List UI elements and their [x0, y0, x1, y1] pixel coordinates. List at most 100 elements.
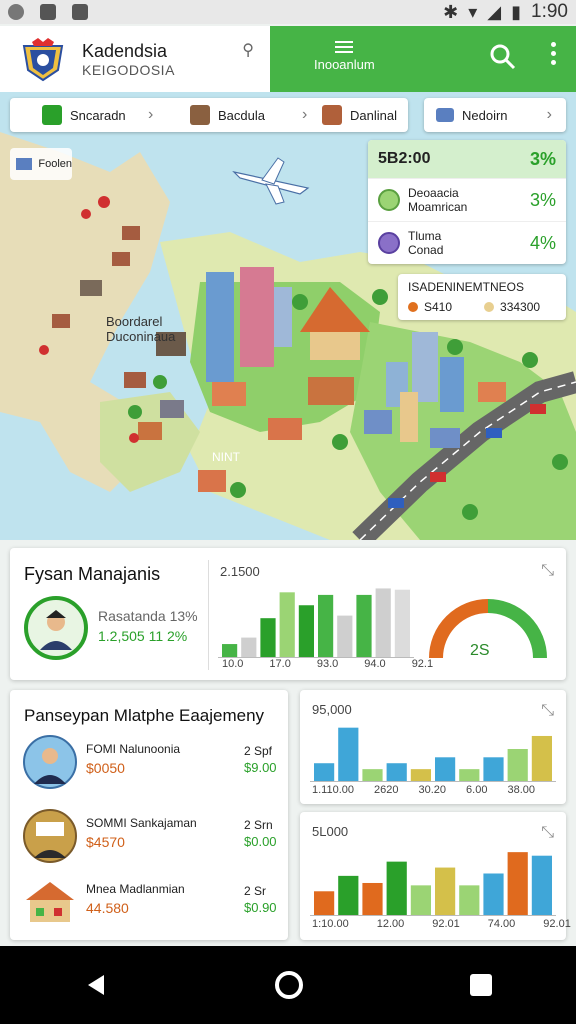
system-nav-bar [0, 946, 576, 1024]
chart-bar [362, 769, 383, 781]
tab-label: Nedoirn [462, 107, 508, 123]
tab-danlinal[interactable]: Danlinal [322, 98, 397, 132]
x-tick-label: 30.20 [418, 784, 447, 796]
chart-bar [459, 769, 480, 781]
chart-bar [314, 763, 335, 781]
region-label: Boordarel Duconinaua [106, 314, 175, 344]
chart-bar [483, 873, 504, 915]
money-icon [42, 105, 62, 125]
stats-row-line2: Conad [408, 243, 444, 257]
layer-label: Foolen [38, 158, 72, 170]
app-bar-actions: Inooanlum [270, 26, 576, 92]
recents-icon[interactable] [468, 972, 494, 998]
battery-icon: ▮ [511, 1, 522, 22]
card-title: Fysan Manajanis [24, 564, 161, 584]
chart-card[interactable]: 5L000 ⤡ 1:10.00 12.00 92.01 74.00 92.01 [300, 812, 571, 940]
map-view[interactable]: Sncaradn › Bacdula › Danlinal Nedoirn › … [0, 92, 576, 540]
list-item[interactable]: SOMMI Sankajaman $4570 2 Srn $0.00 [22, 808, 282, 872]
stats-row[interactable]: Deoaacia Moamrican 3% [368, 178, 566, 221]
region-label-line: Duconinaua [106, 329, 176, 344]
item-side-label: 2 Srn [244, 818, 273, 832]
notification-icon [8, 4, 24, 20]
legend-title: ISADENINEMTNEOS [408, 280, 525, 294]
chart-card[interactable]: 95,000 ⤡ 1.110.00 2620 30.20 6.00 38.00 [300, 690, 566, 804]
x-tick-label: 94.0 [364, 658, 386, 670]
expand-icon[interactable]: ⤡ [541, 824, 554, 842]
menu-button[interactable]: Inooanlum [314, 38, 375, 72]
legend-label: S410 [424, 300, 453, 314]
chart-bar [394, 589, 410, 657]
search-icon[interactable] [488, 42, 518, 72]
stats-row-pct: 4% [529, 232, 556, 253]
x-tick-label: 74.00 [487, 918, 516, 930]
chart-bar [222, 644, 238, 657]
chart-bar [356, 594, 372, 657]
chart-bar [298, 605, 314, 657]
menu-label: Inooanlum [314, 57, 375, 72]
x-tick-label: 12.00 [376, 918, 405, 930]
legend-label: 334300 [500, 300, 541, 314]
x-axis: 1.110.00 2620 30.20 6.00 38.00 [312, 784, 535, 796]
chart-bar [260, 618, 276, 657]
chart-bar [338, 727, 359, 781]
chart-bar [531, 735, 552, 781]
tab-label: Sncaradn [70, 107, 126, 123]
bar-chart [218, 588, 414, 658]
map-pin-icon [378, 189, 400, 211]
status-bar: ✱ ▾ ◢ ▮ 1:90 [0, 0, 576, 24]
calendar-icon [436, 108, 454, 122]
stats-header: 5B2:00 3% [368, 140, 566, 178]
stats-header-pct: 3% [529, 148, 556, 169]
summary-card[interactable]: Fysan Manajanis Rasatanda 13% 1.2,505 11… [10, 548, 566, 680]
x-tick-label: 92.01 [432, 918, 460, 930]
tab-bacdula[interactable]: Bacdula [190, 98, 265, 132]
chart-bar [410, 769, 431, 781]
list-item[interactable]: FOMI Nalunoonia $0050 2 Spf $9.00 [22, 734, 282, 798]
item-side-label: 2 Sr [244, 884, 267, 898]
stats-header-value: 5B2:00 [378, 150, 431, 167]
avatar [23, 809, 77, 863]
x-tick-label: 1:10.00 [312, 918, 349, 930]
hamburger-icon [335, 41, 354, 53]
stats-row-line2: Moamrican [408, 200, 468, 214]
tab-nedoirn[interactable]: Nedoirn › [424, 98, 566, 132]
avatar [24, 596, 88, 660]
chart-bar [386, 763, 407, 781]
tab-sncaradn[interactable]: Sncaradn [42, 98, 126, 132]
item-name: FOMI Nalunoonia [86, 742, 181, 756]
flag-icon [16, 158, 33, 170]
chevron-right-icon[interactable]: › [148, 98, 153, 132]
chevron-right-icon[interactable]: › [302, 98, 307, 132]
chart-bar [362, 882, 383, 915]
more-options-icon[interactable] [551, 42, 556, 65]
stats-row-line1: Tluma [408, 229, 442, 243]
chevron-right-icon: › [546, 106, 552, 123]
bluetooth-icon: ✱ [443, 1, 459, 22]
expand-icon[interactable]: ⤡ [541, 562, 554, 580]
chart-bar [314, 891, 335, 915]
chart-bar [241, 637, 257, 657]
chart-bar [279, 592, 295, 657]
chart-bar [507, 749, 528, 781]
brand-area: Kadendsia KEIGODOSIA ⚲ [0, 26, 270, 92]
home-icon[interactable] [273, 969, 305, 1001]
x-tick-label: 10.0 [222, 658, 244, 670]
crest-logo-icon [22, 38, 64, 82]
legend-swatch [484, 302, 495, 312]
back-icon[interactable] [82, 971, 110, 999]
water-label: NINT [212, 450, 240, 464]
expand-icon[interactable]: ⤡ [541, 702, 554, 720]
search-icon[interactable]: ⚲ [242, 40, 254, 60]
map-layer-chip[interactable]: Foolen [10, 148, 72, 180]
app-bar: Kadendsia KEIGODOSIA ⚲ Inooanlum [0, 26, 576, 92]
list-item[interactable]: Mnea Madlanmian 44.580 2 Sr $0.90 [22, 874, 282, 938]
item-side-value: $9.00 [244, 760, 277, 775]
stats-row[interactable]: Tluma Conad 4% [368, 221, 566, 264]
chart-bar [386, 861, 407, 915]
x-tick-label: 6.00 [466, 784, 488, 796]
item-name: Mnea Madlanmian [86, 882, 185, 896]
x-axis: 1:10.00 12.00 92.01 74.00 92.01 [312, 918, 571, 930]
market-icon [26, 882, 74, 922]
person-label: Rasatanda 13% [98, 608, 198, 624]
chart-bar [507, 852, 528, 915]
